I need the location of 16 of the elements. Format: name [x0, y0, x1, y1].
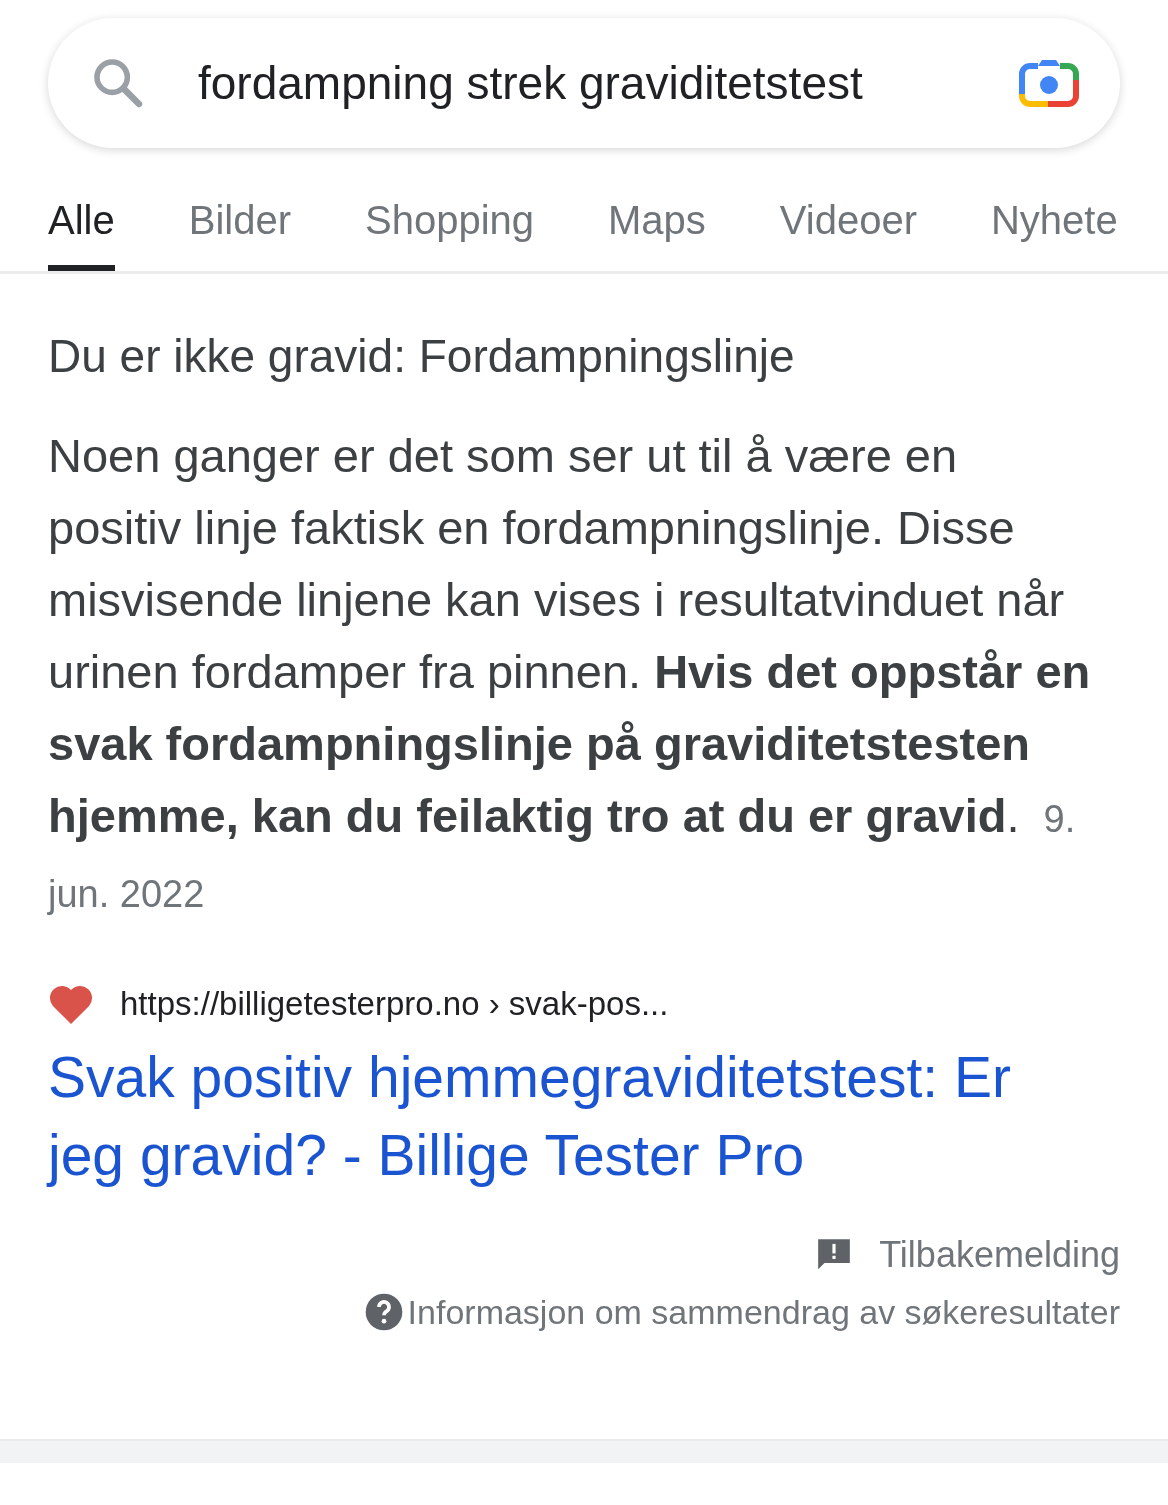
info-link[interactable]: Informasjon om sammendrag av søkeresultater — [363, 1292, 1120, 1332]
tab[interactable]: Maps — [608, 192, 706, 271]
tab[interactable]: Videoer — [779, 192, 917, 271]
search-query: fordampning strek graviditetstest — [198, 56, 864, 110]
help-icon — [363, 1292, 404, 1332]
tab[interactable]: Bilder — [188, 192, 291, 271]
snippet-text: Noen ganger er det som ser ut til å være en positiv linje faktisk en fordampningslinje. Disse misvisende linjene kan vises i resultatvinduet når urinen fordamper fra pinnen. Hvis det oppstår en svak fordampningslinje på graviditetstesten hjemme, kan du feilaktig tro at du er gravid. 9. jun. 2022 — [48, 428, 1092, 917]
result-title-link[interactable]: Svak positiv hjemmegraviditetstest: Er jeg gravid? - Billige Tester Pro — [48, 1038, 1098, 1194]
source-url: https://billigetesterpro.no › svak-pos... — [120, 985, 669, 1023]
feedback-button[interactable]: Tilbakemelding — [815, 1234, 1120, 1276]
heart-icon — [48, 984, 94, 1024]
search-field[interactable]: fordampning strek graviditetstest — [48, 18, 1120, 148]
tab[interactable]: Shopping — [364, 192, 534, 271]
snippet-heading: Du er ikke gravid: Fordampningslinje — [48, 329, 796, 384]
tab[interactable]: Alle — [48, 192, 115, 271]
tab[interactable]: Nyhete — [991, 192, 1118, 271]
